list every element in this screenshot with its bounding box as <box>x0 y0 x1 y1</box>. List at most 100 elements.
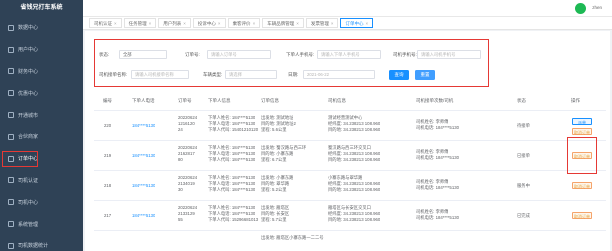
cell-order-no: 55 <box>178 217 183 222</box>
sidebar-item-user-center[interactable]: 用户中心 <box>0 39 83 61</box>
avatar[interactable] <box>575 3 586 14</box>
tab-label: 投诉中心 <box>197 21 216 26</box>
driver-name-input[interactable]: 请输入司机接单名称 <box>131 70 189 79</box>
cell-phone[interactable]: 184****5130 <box>132 213 155 218</box>
cancel-order-button[interactable]: 取消订单 <box>572 212 592 219</box>
cell-status: 已接单 <box>517 153 530 158</box>
cell-driver: 司机姓名: 李师傅 <box>416 179 449 184</box>
cell-location: 经纬度: 34.238213 108.960 <box>328 211 381 216</box>
table-header: 编号 下单人电话 订单号 下单人信息 订单信息 司机信息 司机接单次数/司机 状… <box>94 91 606 111</box>
sidebar-item-driver-verify[interactable]: 司机认证 <box>0 170 83 192</box>
query-button[interactable]: 查询 <box>389 70 409 80</box>
tab-user-list[interactable]: 用户列表 × <box>158 18 191 28</box>
cell-phone[interactable]: 184****5130 <box>132 183 155 188</box>
driver-name-placeholder: 请输入司机接单名称 <box>135 72 174 77</box>
sidebar-item-label: 合伙商家 <box>18 134 39 141</box>
cancel-order-button[interactable]: 取消订单 <box>572 128 592 135</box>
vehicle-type-label: 车辆类型: <box>203 72 223 77</box>
table-row: 220 184****5130 20220624 1216120 24 下单人姓… <box>94 111 606 141</box>
cell-order-info: 出发地: 测试地址 <box>261 115 294 120</box>
sidebar-item-label: 开通城市 <box>18 112 39 119</box>
cancel-order-button[interactable]: 取消订单 <box>572 182 592 189</box>
close-icon[interactable]: × <box>218 21 221 26</box>
cell-user-info: 下单人电话: 184****5130 <box>208 151 256 156</box>
close-icon[interactable]: × <box>331 21 334 26</box>
dispatch-button[interactable]: 派单 <box>572 118 592 125</box>
reset-button[interactable]: 重置 <box>415 70 435 80</box>
cell-driver: 司机电话: 184****5130 <box>416 155 459 160</box>
close-icon[interactable]: × <box>149 21 152 26</box>
tab-label: 乘客评价 <box>232 21 251 26</box>
column-header: 状态 <box>517 98 526 103</box>
cell-location: 测试经营测试中心 <box>328 115 363 120</box>
close-icon[interactable]: × <box>365 21 368 26</box>
sidebar-item-driver-center[interactable]: 司机中心 <box>0 191 83 213</box>
date-value: 2021-06-22 <box>307 72 329 77</box>
column-header: 下单人电话 <box>132 98 155 103</box>
sidebar-item-coupon-center[interactable]: 优惠中心 <box>0 82 83 104</box>
tab-label: 车辆品牌管理 <box>267 21 295 26</box>
sidebar-item-system[interactable]: 系统管理 <box>0 213 83 235</box>
tab-invoice[interactable]: 发票管理 × <box>305 18 339 28</box>
close-icon[interactable]: × <box>114 21 117 26</box>
cell-status: 待接单 <box>517 123 530 128</box>
cell-location: 目的地: 34.238213 108.960 <box>328 157 381 162</box>
cell-driver: 司机电话: 184****5130 <box>416 125 459 130</box>
sidebar-item-data-center[interactable]: 数据中心 <box>0 17 83 39</box>
main-content: 状态: 全部 订单号: 请输入订单号 下单人手机号: 请输入下单人手机号 司机手… <box>85 31 610 251</box>
column-header: 订单号 <box>178 98 192 103</box>
tab-order-center[interactable]: 订单中心 × <box>340 18 374 28</box>
cell-phone[interactable]: 184****5130 <box>132 123 155 128</box>
cell-order-no: 20220624 <box>178 175 198 180</box>
sidebar-item-label: 用户中心 <box>18 47 39 54</box>
cell-user-info: 下单人姓名: 184****5130 <box>208 175 256 180</box>
sidebar-item-partner-merchant[interactable]: 合伙商家 <box>0 126 83 148</box>
sidebar-item-order-center[interactable]: 订单中心 <box>0 148 83 170</box>
cell-location: 经纬度: 34.238213 108.960 <box>328 181 381 186</box>
cell-location: 目的地: 34.238213 108.960 <box>328 127 381 132</box>
tab-bar: 司机认证 × 任务管理 × 用户列表 × 投诉中心 × 乘客评价 × 车辆品牌管理 × 发票… <box>83 17 612 30</box>
cell-location: 目的地: 34.238213 108.960 <box>328 217 381 222</box>
cell-phone[interactable]: 184****5130 <box>132 153 155 158</box>
cell-location: 目的地: 34.238213 108.960 <box>328 187 381 192</box>
tab-task-manage[interactable]: 任务管理 × <box>123 18 157 28</box>
driver-phone-input[interactable]: 请输入司机手机号 <box>417 50 481 59</box>
phone-input[interactable]: 请输入下单人手机号 <box>317 50 381 59</box>
user-icon <box>8 46 14 53</box>
tab-passenger-review[interactable]: 乘客评价 × <box>227 18 261 28</box>
cell-location: 蜀汉路与西三环交叉口 <box>328 145 371 150</box>
cell-order-no: 20220624 <box>178 115 198 120</box>
close-icon[interactable]: × <box>296 21 299 26</box>
cell-user-info: 下单人电话: 184****5130 <box>208 121 256 126</box>
close-icon[interactable]: × <box>253 21 256 26</box>
tab-complaint[interactable]: 投诉中心 × <box>192 18 226 28</box>
filter-panel: 状态: 全部 订单号: 请输入订单号 下单人手机号: 请输入下单人手机号 司机手… <box>94 39 489 87</box>
sidebar-item-open-city[interactable]: 开通城市 <box>0 104 83 126</box>
cell-user-info: 下单人代叫: 15401210120 <box>208 127 259 132</box>
close-icon[interactable]: × <box>183 21 186 26</box>
username[interactable]: zhen <box>592 5 602 10</box>
cell-user-info: 下单人代叫: 184****5130 <box>208 157 256 162</box>
cell-id: 219 <box>104 153 112 158</box>
sidebar-item-finance-center[interactable]: 财务中心 <box>0 61 83 83</box>
status-select[interactable]: 全部 <box>119 50 167 59</box>
vehicle-type-select[interactable]: 请选择 <box>225 70 277 79</box>
tab-label: 订单中心 <box>345 21 364 26</box>
cell-order-no: 24 <box>178 127 183 132</box>
order-no-label: 订单号: <box>185 52 200 57</box>
chart-icon <box>8 24 14 31</box>
tab-vehicle-brand[interactable]: 车辆品牌管理 × <box>262 18 304 28</box>
cell-order-info: 里程: 6.7公里 <box>261 157 287 162</box>
tab-label: 任务管理 <box>128 21 147 26</box>
cell-order-info: 出发地: 雁塔区 <box>261 205 290 210</box>
table-row: 219 184****5130 20220624 2162817 80 下单人姓… <box>94 141 606 171</box>
tab-driver-verify[interactable]: 司机认证 × <box>89 18 122 28</box>
date-picker[interactable]: 2021-06-22 <box>303 70 375 79</box>
cell-order-info: 出发地: 蜀汉路与西三环 <box>261 145 307 150</box>
cell-driver: 司机电话: 184****5130 <box>416 185 459 190</box>
sidebar-item-driver-stats[interactable]: 司机数据统计 <box>0 235 83 251</box>
cell-location: 小寨东路与翠华路 <box>328 175 363 180</box>
brand-title: 省钱兄打车系统 <box>20 5 63 11</box>
order-no-input[interactable]: 请输入订单号 <box>207 50 271 59</box>
cell-id: 217 <box>104 213 112 218</box>
